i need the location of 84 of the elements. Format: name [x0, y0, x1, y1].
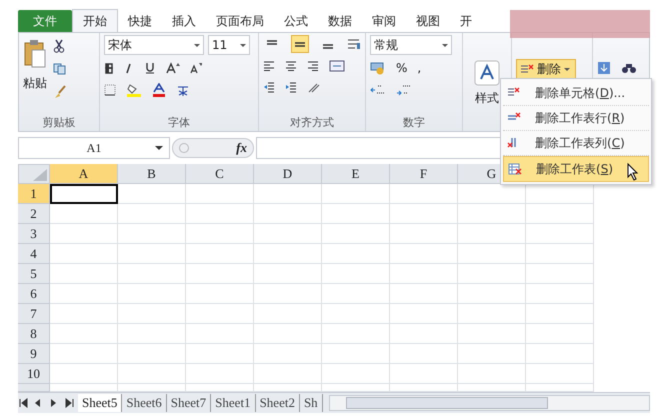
merge-icon[interactable] [329, 60, 345, 72]
border-icon[interactable] [104, 84, 116, 96]
row-header[interactable]: 3 [18, 224, 50, 244]
menu-item[interactable]: 删除单元格(D)... [503, 81, 649, 106]
binoculars-icon[interactable] [621, 62, 637, 74]
fill-color-icon[interactable] [126, 83, 142, 97]
brush-icon[interactable] [53, 85, 67, 99]
increase-decimal-icon[interactable] [370, 84, 386, 96]
column-header[interactable]: D [254, 164, 322, 184]
increase-indent-icon[interactable] [285, 82, 297, 94]
fill-down-icon[interactable] [597, 61, 611, 75]
column-header[interactable]: E [322, 164, 390, 184]
row-header[interactable]: 5 [18, 264, 50, 284]
select-all-icon[interactable] [33, 169, 47, 181]
font-name-dropdown[interactable]: 宋体 [104, 35, 204, 55]
align-center-icon[interactable] [285, 61, 297, 71]
sheet-tab[interactable]: Sheet1 [211, 394, 256, 412]
ribbon-tab[interactable]: 公式 [274, 10, 318, 32]
menu-item[interactable]: 删除工作表行(R) [503, 106, 649, 131]
wrap-text-icon[interactable] [347, 38, 361, 50]
group-label: 对齐方式 [289, 115, 335, 131]
column-header[interactable]: A [50, 164, 118, 184]
ribbon-tab[interactable]: 页面布局 [206, 10, 274, 32]
align-button[interactable] [291, 35, 309, 53]
row-header[interactable]: 10 [18, 364, 50, 384]
column-header[interactable]: F [390, 164, 458, 184]
sheet-tab[interactable]: Sheet2 [256, 394, 300, 412]
group-label: 字体 [167, 115, 191, 131]
scrollbar-thumb[interactable] [346, 397, 548, 409]
grid-cell[interactable] [50, 184, 118, 204]
name-box[interactable]: A1 [18, 137, 170, 159]
orientation-icon[interactable] [307, 82, 321, 94]
ribbon-tab[interactable]: 审阅 [362, 10, 406, 32]
delete-icon [520, 63, 534, 75]
group-label: 剪贴板 [42, 115, 76, 131]
row-header[interactable]: 4 [18, 244, 50, 264]
row-header[interactable]: 9 [18, 344, 50, 364]
decrease-decimal-icon[interactable] [396, 84, 412, 96]
column-header[interactable]: B [118, 164, 186, 184]
delete-icon [508, 163, 522, 175]
group-label: 数字 [402, 115, 426, 131]
copy-icon[interactable] [53, 63, 67, 75]
ribbon-tab[interactable]: 插入 [162, 10, 206, 32]
styles-icon[interactable] [474, 60, 500, 86]
ribbon-tab[interactable]: 数据 [318, 10, 362, 32]
number-format-dropdown[interactable]: 常规 [370, 35, 452, 55]
comma-button[interactable]: , [417, 61, 422, 75]
insert-function-button[interactable]: fx [236, 140, 247, 156]
align-left-icon[interactable] [263, 61, 275, 71]
paste-button[interactable]: 粘贴 [23, 75, 47, 92]
percent-button[interactable]: % [396, 61, 408, 75]
row-header[interactable]: 7 [18, 304, 50, 324]
row-header[interactable]: 2 [18, 204, 50, 224]
shrink-font-icon[interactable] [190, 62, 202, 74]
row-header[interactable]: 1 [18, 184, 50, 204]
grow-font-icon[interactable] [166, 62, 180, 74]
bold-icon[interactable] [104, 62, 114, 74]
scissors-icon[interactable] [53, 39, 65, 53]
font-color-icon[interactable] [152, 83, 166, 97]
delete-button[interactable]: 删除 [516, 59, 576, 79]
row-header[interactable]: 8 [18, 324, 50, 344]
ribbon-tab[interactable]: 视图 [406, 10, 450, 32]
sheet-tab[interactable]: Sheet5 [78, 394, 122, 412]
currency-icon[interactable] [370, 61, 386, 75]
sheet-tab[interactable]: Sh [300, 394, 323, 412]
sheet-tab[interactable]: Sheet7 [166, 394, 212, 412]
horizontal-scrollbar[interactable] [328, 395, 650, 411]
decrease-indent-icon[interactable] [263, 82, 275, 94]
row-header[interactable]: 6 [18, 284, 50, 304]
sheet-tab[interactable]: Sheet6 [122, 394, 167, 412]
ribbon-tab[interactable]: 快捷 [118, 10, 162, 32]
underline-icon[interactable] [144, 62, 156, 74]
circle-icon[interactable] [179, 143, 189, 153]
column-header[interactable]: C [186, 164, 254, 184]
row-header[interactable] [18, 384, 50, 392]
align-right-icon[interactable] [307, 61, 319, 71]
clipboard-icon[interactable] [23, 39, 47, 69]
mouse-pointer-icon [627, 163, 639, 181]
ribbon-tab[interactable]: 开始 [72, 9, 118, 32]
ribbon-tab[interactable]: 开 [450, 10, 482, 32]
font-size-dropdown[interactable]: 11 [208, 35, 250, 55]
menu-item[interactable]: 删除工作表(S) [503, 156, 649, 182]
ribbon-tab[interactable]: 文件 [18, 10, 72, 32]
styles-button[interactable]: 样式 [475, 90, 499, 106]
